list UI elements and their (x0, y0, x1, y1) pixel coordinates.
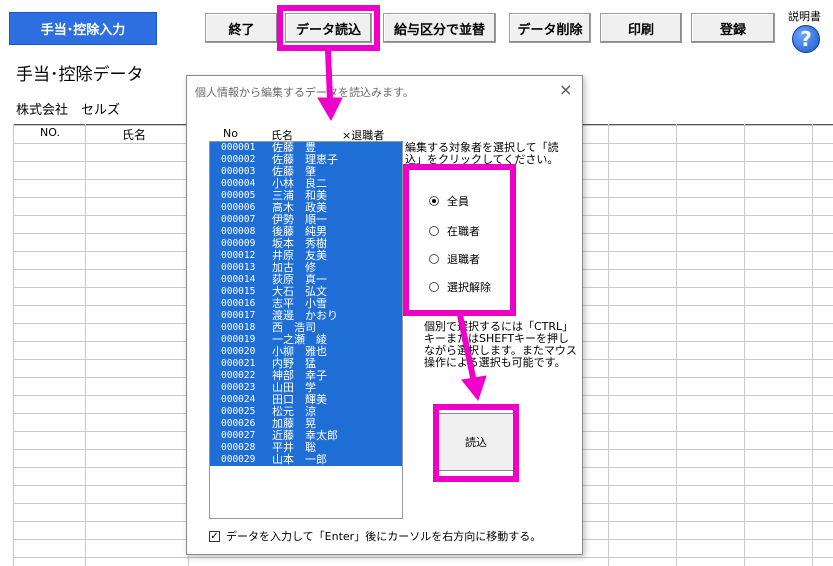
arrow-head-1 (317, 97, 343, 122)
arrow-shaft-1 (325, 49, 333, 101)
arrow-shaft-2 (457, 314, 477, 383)
arrow-head-2 (461, 375, 487, 402)
annotation-arrows (317, 49, 487, 402)
